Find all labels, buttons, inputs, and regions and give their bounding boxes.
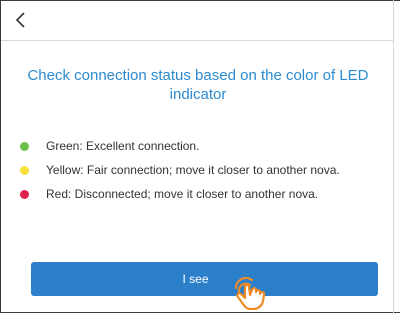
led-legend-list: Green: Excellent connection. Yellow: Fai…	[20, 134, 390, 206]
legend-item-green: Green: Excellent connection.	[20, 134, 390, 158]
tap-hand-icon	[234, 276, 266, 310]
yellow-dot-icon	[20, 165, 29, 175]
legend-item-label: Red: Disconnected; move it closer to ano…	[46, 187, 319, 201]
green-dot-icon	[20, 141, 29, 151]
legend-item-yellow: Yellow: Fair connection; move it closer …	[20, 158, 390, 182]
page-title: Check connection status based on the col…	[27, 67, 369, 103]
right-edge-divider	[393, 0, 394, 313]
i-see-button[interactable]: I see	[31, 262, 378, 296]
chevron-left-icon	[15, 12, 25, 28]
legend-item-label: Yellow: Fair connection; move it closer …	[46, 163, 340, 177]
top-bar	[1, 1, 393, 41]
legend-item-red: Red: Disconnected; move it closer to ano…	[20, 182, 390, 206]
red-dot-icon	[20, 189, 29, 199]
back-button[interactable]	[11, 9, 33, 31]
legend-item-label: Green: Excellent connection.	[46, 139, 200, 153]
i-see-button-label: I see	[182, 272, 209, 286]
